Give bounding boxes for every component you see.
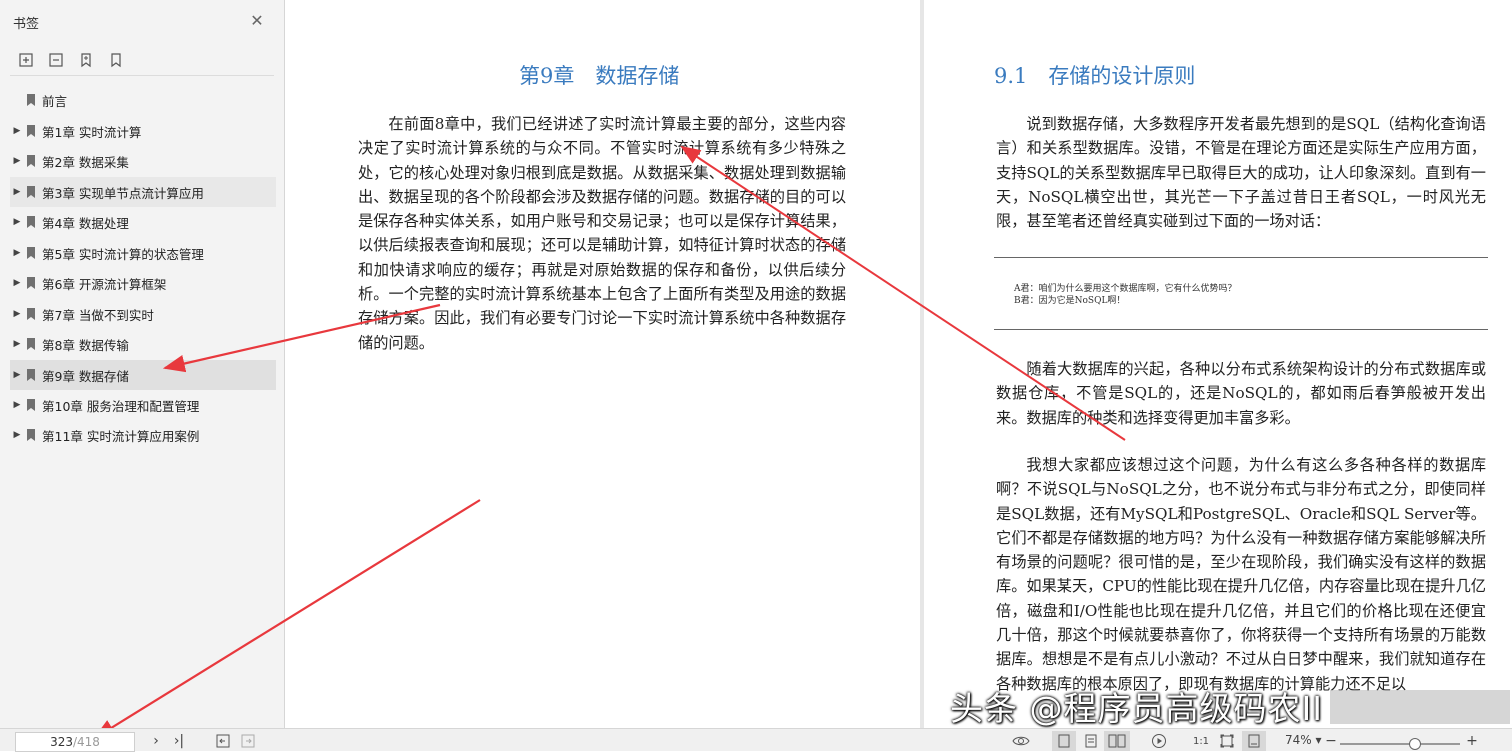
collapse-all-icon[interactable] xyxy=(46,50,66,70)
sidebar-item[interactable]: ▶ 第11章 实时流计算应用案例 xyxy=(10,420,276,450)
bookmark-sidebar: 书签 ✕ 前言 ▶ 第1章 实时流计算 ▶ 第2章 数据采集 ▶ 第3章 实现单节点流计算应… xyxy=(0,0,285,728)
sidebar-item[interactable]: ▶ 第2章 数据采集 xyxy=(10,146,276,176)
page-right: 9.1 存储的设计原则 说到数据存储，大多数程序开发者最先想到的是SQL（结构化… xyxy=(924,0,1512,728)
sidebar-item-label: 第8章 数据传输 xyxy=(42,337,129,353)
dialog-line-a: A君：咱们为什么要用这个数据库啊，它有什么优势吗？ xyxy=(1014,284,1237,294)
bookmark-icon xyxy=(27,94,35,106)
eye-icon[interactable] xyxy=(1010,731,1032,751)
sidebar-item[interactable]: ▶ 第9章 数据存储 xyxy=(10,360,276,390)
expand-caret-icon[interactable]: ▶ xyxy=(10,309,24,319)
sidebar-item-label: 第1章 实时流计算 xyxy=(42,124,142,140)
two-page-view-icon[interactable] xyxy=(1104,731,1130,751)
zoom-out-icon[interactable]: − xyxy=(1325,731,1337,751)
sidebar-item[interactable]: ▶ 第4章 数据处理 xyxy=(10,207,276,237)
bookmark-icon xyxy=(27,155,35,167)
expand-caret-icon[interactable]: ▶ xyxy=(10,156,24,166)
last-page-icon[interactable]: ›| xyxy=(170,731,188,751)
sidebar-item[interactable]: 前言 xyxy=(10,85,276,115)
section-paragraph-2: 随着大数据库的兴起，各种以分布式系统架构设计的分布式数据库或数据仓库，不管是SQ… xyxy=(996,360,1486,427)
bookmark-icon xyxy=(27,399,35,411)
status-bar: 323/418 › ›| 1:1 74% ▾ − + xyxy=(0,728,1512,752)
expand-caret-icon[interactable]: ▶ xyxy=(10,187,24,197)
watermark-text: 头条 @程序员高级码农II xyxy=(950,689,1323,728)
expand-caret-icon[interactable]: ▶ xyxy=(10,278,24,288)
bookmark-icon xyxy=(27,125,35,137)
sidebar-item[interactable]: ▶ 第5章 实时流计算的状态管理 xyxy=(10,238,276,268)
page-current: 323 xyxy=(50,735,73,749)
page-number-input[interactable]: 323/418 xyxy=(15,732,135,752)
section-title: 9.1 存储的设计原则 xyxy=(994,64,1196,88)
bookmark-toolbar xyxy=(16,50,126,70)
sidebar-item[interactable]: ▶ 第7章 当做不到实时 xyxy=(10,299,276,329)
sidebar-item-label: 第10章 服务治理和配置管理 xyxy=(42,398,200,414)
page-total: /418 xyxy=(72,735,100,749)
sidebar-item-label: 第5章 实时流计算的状态管理 xyxy=(42,246,204,262)
expand-caret-icon[interactable]: ▶ xyxy=(10,217,24,227)
bookmark-icon xyxy=(27,369,35,381)
sidebar-item-label: 第11章 实时流计算应用案例 xyxy=(42,428,200,444)
play-icon[interactable] xyxy=(1148,731,1170,751)
zoom-level[interactable]: 74% ▾ xyxy=(1285,733,1322,747)
zoom-slider[interactable] xyxy=(1340,738,1460,750)
sidebar-item-label: 前言 xyxy=(42,93,68,109)
sidebar-item-label: 第6章 开源流计算框架 xyxy=(42,276,167,292)
watermark-backdrop xyxy=(1330,690,1510,724)
bookmark-icon xyxy=(27,277,35,289)
sidebar-item[interactable]: ▶ 第6章 开源流计算框架 xyxy=(10,268,276,298)
add-bookmark-icon[interactable] xyxy=(76,50,96,70)
section-paragraph-3: 我想大家都应该想过这个问题，为什么有这么多各种各样的数据库啊？不说SQL与NoS… xyxy=(996,456,1486,693)
go-forward-icon[interactable] xyxy=(238,731,258,751)
actual-size-icon[interactable]: 1:1 xyxy=(1190,731,1212,751)
dialog-rule-top xyxy=(994,257,1488,258)
expand-all-icon[interactable] xyxy=(16,50,36,70)
single-page-view-icon[interactable] xyxy=(1052,731,1076,751)
sidebar-item[interactable]: ▶ 第1章 实时流计算 xyxy=(10,116,276,146)
next-page-icon[interactable]: › xyxy=(148,731,164,751)
dialog-rule-bottom xyxy=(994,329,1488,330)
sidebar-item-label: 第2章 数据采集 xyxy=(42,154,129,170)
bookmark-icon[interactable] xyxy=(106,50,126,70)
close-icon[interactable]: ✕ xyxy=(249,13,265,29)
bookmark-icon xyxy=(27,186,35,198)
document-view[interactable]: 第9章 数据存储 在前面8章中，我们已经讲述了实时流计算最主要的部分，这些内容决… xyxy=(286,0,1512,728)
expand-caret-icon[interactable]: ▶ xyxy=(10,430,24,440)
bookmark-icon xyxy=(27,429,35,441)
expand-caret-icon[interactable]: ▶ xyxy=(10,248,24,258)
fit-width-icon[interactable] xyxy=(1242,731,1266,751)
sidebar-item-label: 第4章 数据处理 xyxy=(42,215,129,231)
sidebar-item-label: 第9章 数据存储 xyxy=(42,368,129,384)
chapter-intro-paragraph: 在前面8章中，我们已经讲述了实时流计算最主要的部分，这些内容决定了实时流计算系统… xyxy=(358,115,846,352)
page-left: 第9章 数据存储 在前面8章中，我们已经讲述了实时流计算最主要的部分，这些内容决… xyxy=(286,0,920,728)
fit-page-icon[interactable] xyxy=(1216,731,1238,751)
bookmark-icon xyxy=(27,338,35,350)
dialog-line-b: B君：因为它是NoSQL啊！ xyxy=(1014,296,1126,306)
expand-caret-icon[interactable]: ▶ xyxy=(10,400,24,410)
sidebar-item[interactable]: ▶ 第10章 服务治理和配置管理 xyxy=(10,390,276,420)
sidebar-item[interactable]: ▶ 第3章 实现单节点流计算应用 xyxy=(10,177,276,207)
expand-caret-icon[interactable]: ▶ xyxy=(10,339,24,349)
go-back-icon[interactable] xyxy=(213,731,233,751)
bookmark-icon xyxy=(27,216,35,228)
zoom-slider-handle[interactable] xyxy=(1409,738,1422,750)
zoom-in-icon[interactable]: + xyxy=(1466,731,1478,751)
expand-caret-icon[interactable]: ▶ xyxy=(10,126,24,136)
expand-caret-icon[interactable]: ▶ xyxy=(10,370,24,380)
section-paragraph-1: 说到数据存储，大多数程序开发者最先想到的是SQL（结构化查询语言）和关系型数据库… xyxy=(996,115,1486,231)
sidebar-item-label: 第3章 实现单节点流计算应用 xyxy=(42,185,204,201)
sidebar-item[interactable]: ▶ 第8章 数据传输 xyxy=(10,329,276,359)
continuous-view-icon[interactable] xyxy=(1080,731,1102,751)
sidebar-divider xyxy=(10,75,274,76)
sidebar-item-label: 第7章 当做不到实时 xyxy=(42,307,154,323)
chapter-title: 第9章 数据存储 xyxy=(519,64,680,88)
bookmark-icon xyxy=(27,247,35,259)
bookmark-icon xyxy=(27,308,35,320)
sidebar-title: 书签 xyxy=(13,17,40,32)
